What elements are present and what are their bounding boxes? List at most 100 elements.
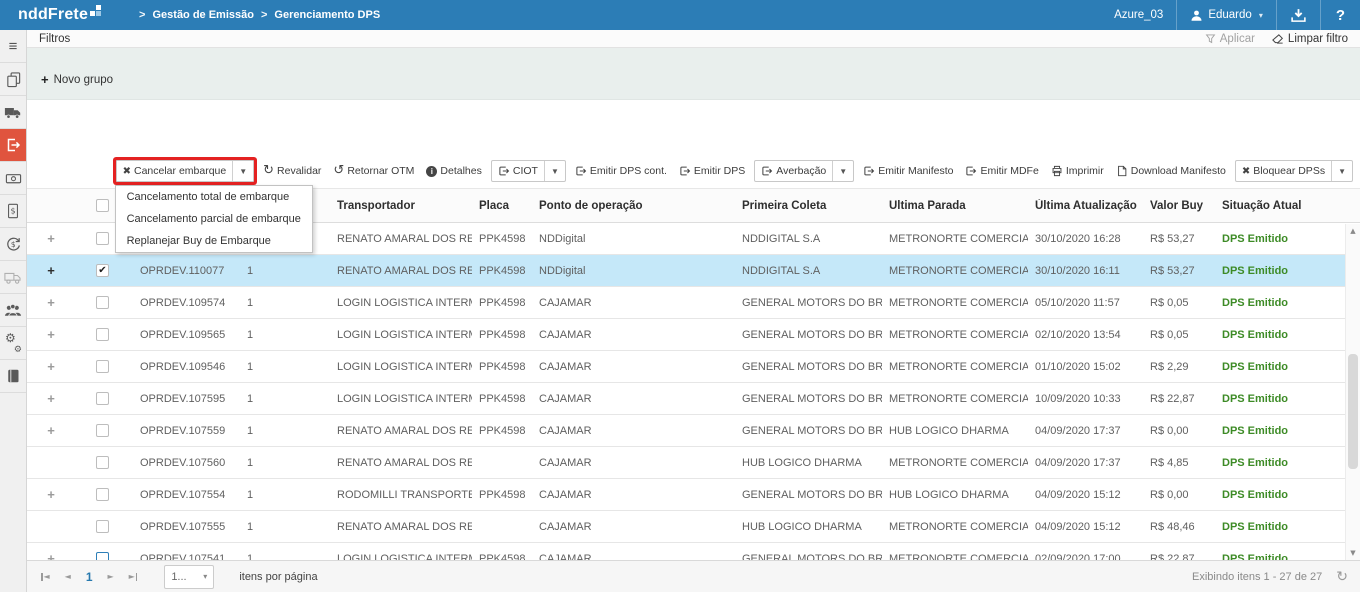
cell-qtd-sell: 1: [240, 553, 330, 561]
refresh-grid-icon[interactable]: ↻: [1336, 569, 1348, 585]
row-checkbox[interactable]: [96, 392, 109, 405]
table-row[interactable]: + OPRDEV.107555 1 RENATO AMARAL DOS REIS…: [27, 511, 1345, 543]
sidebar-item-documents[interactable]: [0, 63, 26, 96]
table-row[interactable]: + OPRDEV.107541 1 LOGIN LOGISTICA INTERM…: [27, 543, 1345, 560]
checkbox-cell: [75, 360, 130, 373]
table-row[interactable]: + OPRDEV.109546 1 LOGIN LOGISTICA INTERM…: [27, 351, 1345, 383]
cell-shipment-buy: OPRDEV.109565: [130, 329, 240, 341]
row-checkbox[interactable]: [96, 456, 109, 469]
expand-plus-icon[interactable]: +: [47, 423, 55, 438]
revalidar-button[interactable]: ↻ Revalidar: [260, 161, 324, 181]
download-manifesto-button[interactable]: Download Manifesto: [1113, 161, 1229, 181]
column-header-ultima-atualizacao[interactable]: Última Atualização ↓: [1028, 199, 1143, 212]
table-row[interactable]: + OPRDEV.107554 1 RODOMILLI TRANSPORTES …: [27, 479, 1345, 511]
expand-plus-icon[interactable]: +: [47, 487, 55, 502]
next-page-button[interactable]: ►: [108, 572, 114, 581]
user-menu[interactable]: Eduardo ▾: [1177, 0, 1276, 30]
previous-page-button[interactable]: ◄: [65, 572, 71, 581]
bloquear-dpss-caret[interactable]: ▼: [1331, 161, 1352, 181]
scrollbar-thumb[interactable]: [1348, 354, 1358, 469]
bloquear-dpss-split-button: ✖ Bloquear DPSs ▼: [1235, 160, 1353, 182]
scroll-down-icon[interactable]: ▼: [1346, 549, 1360, 557]
emitir-manifesto-button[interactable]: Emitir Manifesto: [860, 161, 956, 181]
sidebar-item-pagamento[interactable]: [0, 162, 26, 195]
averbacao-caret[interactable]: ▼: [832, 161, 853, 181]
expand-plus-icon[interactable]: +: [47, 359, 55, 374]
current-page[interactable]: 1: [86, 570, 93, 584]
ciot-caret[interactable]: ▼: [544, 161, 565, 181]
banknote-icon: [5, 170, 22, 187]
row-checkbox[interactable]: [96, 360, 109, 373]
expand-plus-icon[interactable]: +: [47, 327, 55, 342]
apply-filter-button[interactable]: Aplicar: [1205, 33, 1255, 45]
expand-plus-icon[interactable]: +: [47, 295, 55, 310]
context-menu-item[interactable]: Cancelamento parcial de embarque: [116, 208, 312, 230]
emitir-mdfe-button[interactable]: Emitir MDFe: [962, 161, 1041, 181]
clear-filter-button[interactable]: Limpar filtro: [1271, 33, 1348, 45]
table-row[interactable]: + OPRDEV.109574 1 LOGIN LOGISTICA INTERM…: [27, 287, 1345, 319]
detalhes-button[interactable]: i Detalhes: [423, 161, 484, 181]
breadcrumb-item-gerenciamento[interactable]: Gerenciamento DPS: [274, 9, 380, 21]
app-logo[interactable]: nddFrete: [18, 4, 101, 26]
sidebar-item-entregas[interactable]: [0, 261, 26, 294]
bloquear-dpss-button[interactable]: ✖ Bloquear DPSs: [1236, 161, 1331, 181]
row-checkbox[interactable]: [96, 424, 109, 437]
column-header-valor-buy[interactable]: Valor Buy: [1143, 200, 1215, 212]
new-group-button[interactable]: + Novo grupo: [41, 72, 113, 87]
column-header-primeira-coleta[interactable]: Primeira Coleta: [735, 200, 882, 212]
sidebar-item-cambio[interactable]: $: [0, 228, 26, 261]
sidebar-item-configuracoes[interactable]: ⚙⚙: [0, 327, 26, 360]
row-checkbox[interactable]: [96, 328, 109, 341]
ciot-button[interactable]: CIOT: [492, 161, 544, 181]
column-header-ponto-operacao[interactable]: Ponto de operação: [532, 200, 735, 212]
row-checkbox[interactable]: [96, 296, 109, 309]
page-size-select[interactable]: 1... ▾: [164, 565, 214, 589]
row-checkbox[interactable]: [96, 264, 109, 277]
vertical-scrollbar[interactable]: ▲ ▼: [1345, 224, 1360, 560]
table-row[interactable]: + OPRDEV.107559 1 RENATO AMARAL DOS REIS…: [27, 415, 1345, 447]
table-row[interactable]: + OPRDEV.110077 1 RENATO AMARAL DOS REIS…: [27, 255, 1345, 287]
sidebar-item-emissao-active[interactable]: [0, 129, 26, 162]
user-name: Eduardo: [1208, 9, 1251, 21]
sidebar-item-relatorios[interactable]: [0, 360, 26, 393]
status-badge: DPS Emitido: [1215, 457, 1345, 469]
row-checkbox[interactable]: [96, 520, 109, 533]
select-all-checkbox[interactable]: [96, 199, 109, 212]
context-menu-item[interactable]: Cancelamento total de embarque: [116, 186, 312, 208]
table-row[interactable]: + OPRDEV.107560 1 RENATO AMARAL DOS REIS…: [27, 447, 1345, 479]
column-header-ultima-parada[interactable]: Última Parada: [882, 200, 1028, 212]
expand-plus-icon[interactable]: +: [47, 551, 55, 560]
breadcrumb-item-gestao[interactable]: Gestão de Emissão: [152, 9, 254, 21]
expand-plus-icon[interactable]: +: [47, 391, 55, 406]
cell-primeira-coleta: GENERAL MOTORS DO BRASIL L...: [735, 553, 882, 561]
column-header-situacao-atual[interactable]: Situação Atual: [1215, 200, 1360, 212]
scroll-up-icon[interactable]: ▲: [1346, 227, 1360, 235]
last-page-button[interactable]: ►: [129, 572, 138, 581]
table-row[interactable]: + OPRDEV.107595 1 LOGIN LOGISTICA INTERM…: [27, 383, 1345, 415]
help-button[interactable]: ?: [1321, 7, 1360, 24]
first-page-button[interactable]: ◄: [41, 572, 50, 581]
cancelar-embarque-button[interactable]: ✖ Cancelar embarque: [117, 161, 233, 181]
emitir-dps-cont-button[interactable]: Emitir DPS cont.: [572, 161, 670, 181]
download-button[interactable]: [1277, 0, 1320, 30]
row-checkbox[interactable]: [96, 552, 109, 560]
emitir-dps-button[interactable]: Emitir DPS: [676, 161, 748, 181]
imprimir-button[interactable]: Imprimir: [1048, 161, 1107, 181]
retornar-otm-button[interactable]: ↺ Retornar OTM: [330, 161, 417, 181]
row-checkbox[interactable]: [96, 232, 109, 245]
table-row[interactable]: + OPRDEV.109565 1 LOGIN LOGISTICA INTERM…: [27, 319, 1345, 351]
row-checkbox[interactable]: [96, 488, 109, 501]
sidebar-item-faturas[interactable]: $: [0, 195, 26, 228]
averbacao-button[interactable]: Averbação: [755, 161, 832, 181]
sidebar-item-menu[interactable]: ≡: [0, 30, 26, 63]
sidebar-item-usuarios[interactable]: [0, 294, 26, 327]
expand-plus-icon[interactable]: +: [47, 263, 55, 278]
users-icon: [4, 303, 22, 318]
cancelar-embarque-caret[interactable]: ▼: [232, 161, 253, 181]
expand-plus-icon[interactable]: +: [47, 231, 55, 246]
sidebar-item-transport[interactable]: [0, 96, 26, 129]
cell-ultima-parada: METRONORTE COMERCIAL DE V...: [882, 361, 1028, 373]
column-header-transportador[interactable]: Transportador: [330, 200, 472, 212]
column-header-placa[interactable]: Placa: [472, 200, 532, 212]
context-menu-item[interactable]: Replanejar Buy de Embarque: [116, 230, 312, 252]
